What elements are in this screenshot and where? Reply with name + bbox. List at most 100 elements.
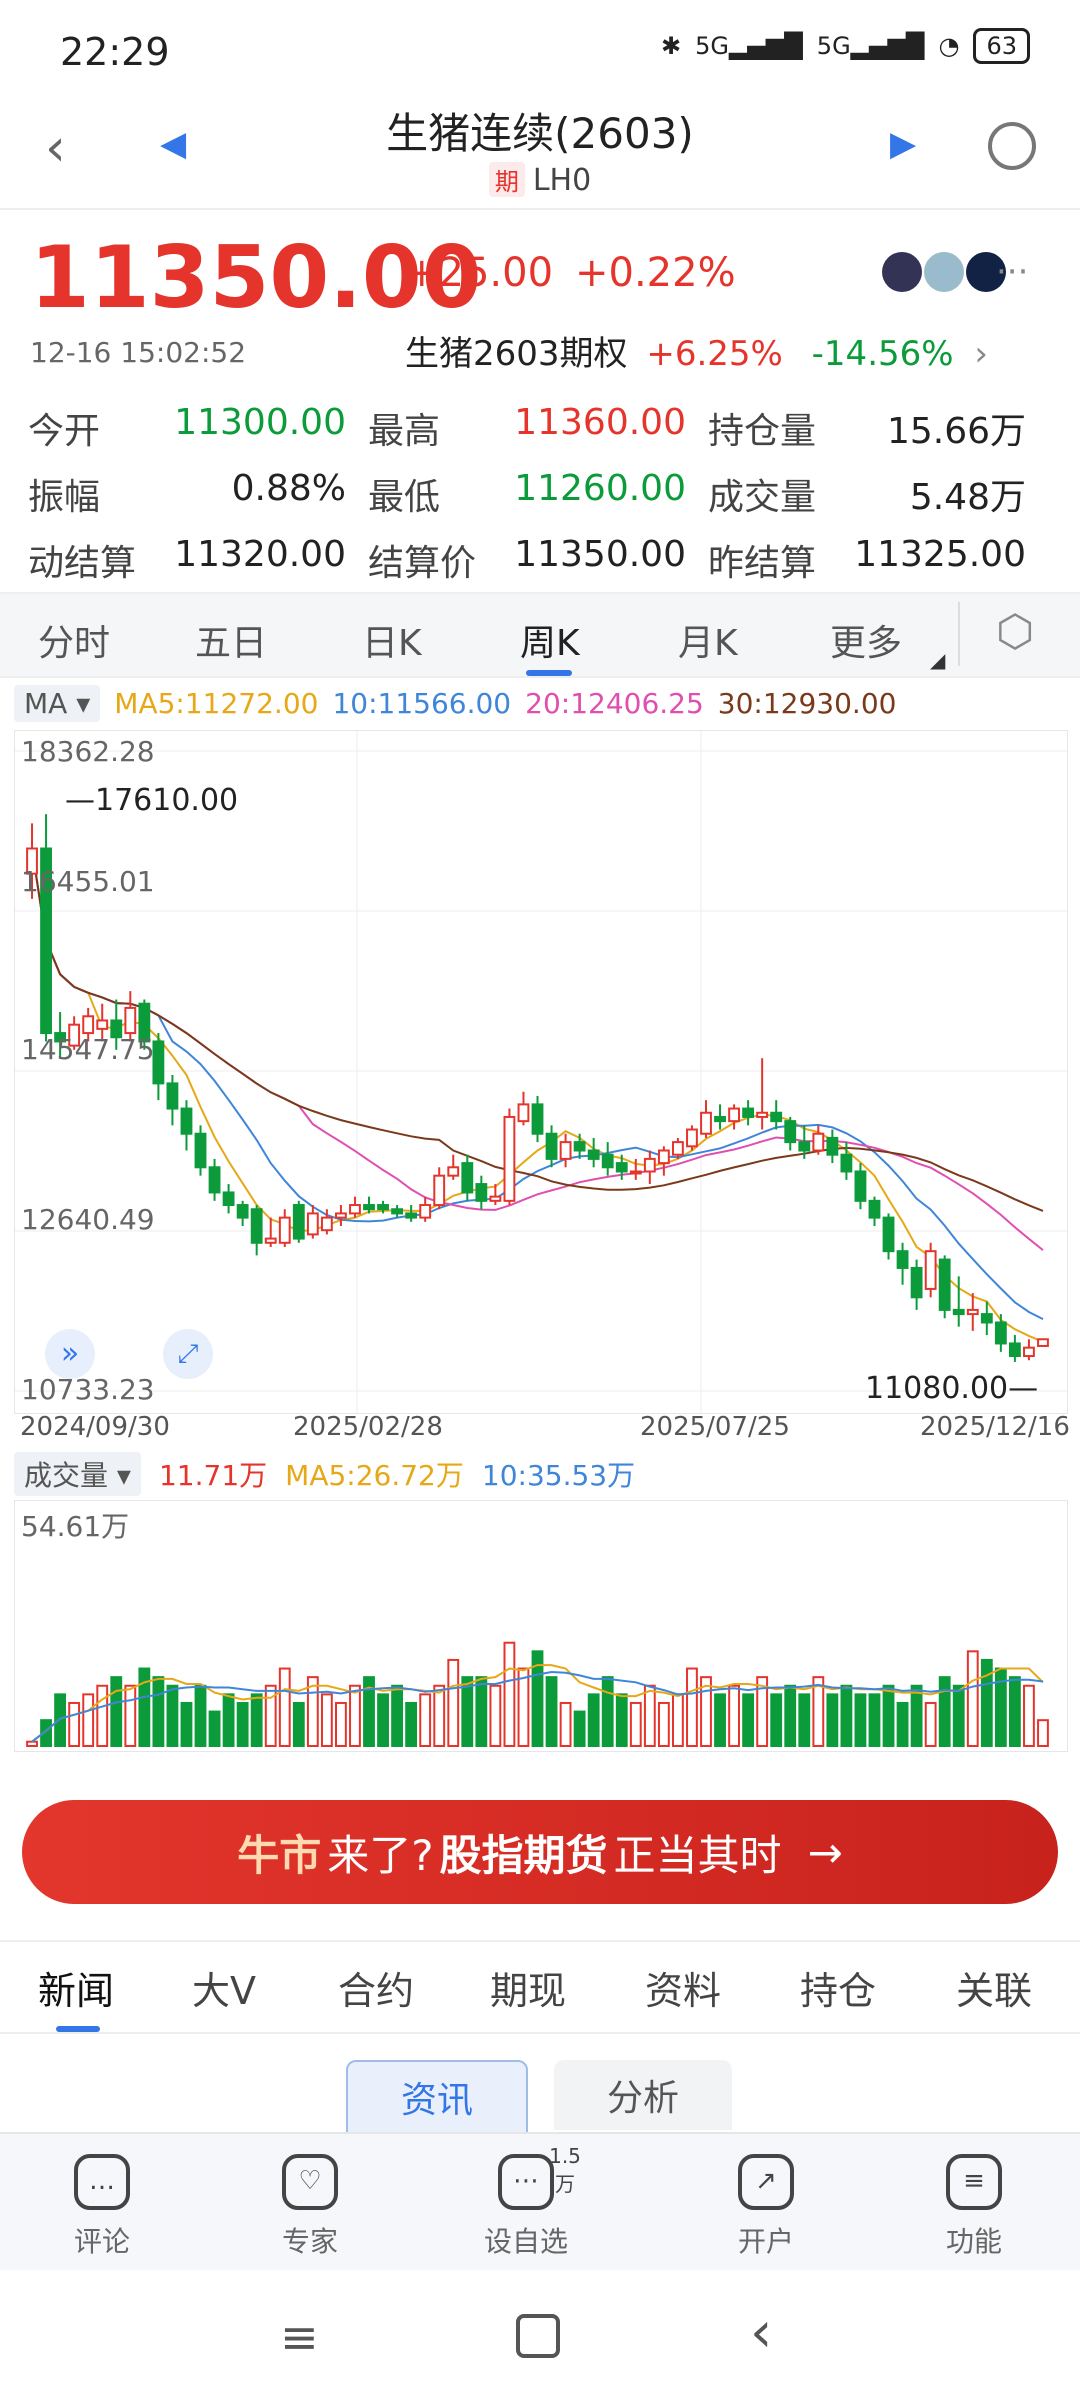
news-tab-1[interactable]: 大V: [192, 1960, 256, 2015]
volume-legend: 成交量 ▾ 11.71万 MA5:26.72万 10:35.53万: [14, 1450, 635, 1498]
more-icon[interactable]: ···: [996, 252, 1028, 292]
volume-bar: [250, 1693, 263, 1747]
bottom-nav-label: 开户: [737, 2225, 794, 2258]
volume-bar: [391, 1684, 404, 1747]
page-title: 生猪连续(2603): [386, 109, 694, 158]
stat-label: 结算价: [368, 543, 477, 584]
candle-body: [363, 1204, 375, 1211]
volume-bar: [447, 1658, 460, 1748]
settings-icon[interactable]: ⬡: [996, 606, 1034, 657]
candle-body: [461, 1162, 474, 1194]
tab-period-1[interactable]: 五日: [195, 614, 267, 666]
volume-bar: [938, 1676, 951, 1748]
fullscreen-icon[interactable]: ⤢: [163, 1329, 213, 1379]
candle-body: [798, 1141, 811, 1152]
signal-icon-2: 5G▂▄▆█: [816, 32, 925, 60]
period-tabs: ⬡ 分时 五日 日K 周K 月K 更多 ◢: [0, 592, 1080, 678]
avatar-group[interactable]: [882, 252, 1006, 292]
candle-body: [1037, 1338, 1049, 1347]
candle-body: [812, 1132, 825, 1152]
menu-icon[interactable]: ≡: [280, 2310, 319, 2364]
y-tick: 16455.01: [21, 865, 155, 898]
news-tab-3[interactable]: 期现: [490, 1960, 566, 2015]
y-tick: 18362.28: [21, 735, 155, 768]
volume-bar: [419, 1693, 432, 1747]
volume-bar: [784, 1684, 797, 1747]
candle-body: [222, 1191, 235, 1207]
account-icon: ↗: [738, 2154, 794, 2210]
volume-bar: [1023, 1684, 1035, 1747]
expert-icon: ♡: [282, 2154, 338, 2210]
volume-bar: [770, 1693, 783, 1747]
candle-body: [391, 1208, 404, 1215]
tab-period-3[interactable]: 周K: [520, 614, 580, 666]
search-icon[interactable]: [988, 122, 1036, 170]
indicator-select[interactable]: MA ▾: [14, 684, 101, 722]
candle-body: [180, 1107, 193, 1135]
news-tab-2[interactable]: 合约: [338, 1960, 414, 2015]
candle-body: [503, 1115, 516, 1202]
quote-time: 12-16 15:02:52: [30, 336, 247, 369]
volume-bar: [26, 1740, 38, 1748]
news-tab-0[interactable]: 新闻: [38, 1960, 114, 2015]
candle-body: [475, 1183, 488, 1202]
candle-body: [840, 1153, 853, 1173]
stat-value: 11260.00: [514, 468, 686, 509]
next-contract-icon[interactable]: ▶: [890, 124, 916, 164]
stat-value: 11325.00: [854, 534, 1026, 575]
tab-period-0[interactable]: 分时: [38, 614, 110, 666]
expand-left-icon[interactable]: »: [45, 1329, 95, 1379]
bottom-nav-label: 功能: [945, 2225, 1002, 2258]
bottom-nav-item[interactable]: ⋯ 设自选 1.5万: [466, 2144, 586, 2260]
bottom-nav-item[interactable]: ↗ 开户: [706, 2154, 826, 2260]
candle-body: [882, 1216, 895, 1253]
volume-chart[interactable]: 54.61万: [14, 1500, 1068, 1752]
candle-body: [264, 1237, 277, 1244]
candle-body: [489, 1195, 502, 1202]
stat-value: 11350.00: [514, 534, 686, 575]
option-link[interactable]: 生猪2603期权 +6.25% -14.56% ›: [405, 326, 988, 375]
stat-cell: 成交量 5.48万: [708, 468, 1048, 520]
stat-value: 11300.00: [174, 402, 346, 443]
volume-bar: [433, 1684, 446, 1747]
volume-select[interactable]: 成交量 ▾: [14, 1452, 141, 1496]
comment-icon: …: [74, 2154, 130, 2210]
home-icon[interactable]: [516, 2314, 560, 2358]
news-tab-4[interactable]: 资料: [645, 1960, 721, 2015]
candle-body: [292, 1204, 305, 1240]
back-nav-icon[interactable]: ‹: [750, 2300, 772, 2365]
bottom-nav-item[interactable]: … 评论: [42, 2154, 162, 2260]
stat-label: 成交量: [708, 477, 817, 518]
news-tab-6[interactable]: 关联: [956, 1960, 1032, 2015]
tab-period-4[interactable]: 月K: [678, 614, 738, 666]
volume-bar: [278, 1667, 291, 1747]
tab-analysis[interactable]: 分析: [554, 2060, 732, 2130]
news-tab-5[interactable]: 持仓: [800, 1960, 876, 2015]
candle-body: [770, 1111, 783, 1123]
promo-banner[interactable]: 牛市 来了? 股指期货 正当其时 →: [22, 1800, 1058, 1904]
candle-body: [615, 1162, 628, 1173]
volume-bar: [587, 1693, 600, 1747]
candle-body: [335, 1212, 347, 1219]
volume-bar: [405, 1701, 418, 1748]
chevron-right-icon: ›: [974, 334, 988, 374]
volume-bar: [138, 1667, 151, 1747]
tab-news-info[interactable]: 资讯: [346, 2060, 528, 2134]
volume-bar: [236, 1701, 249, 1748]
stat-label: 最高: [368, 411, 441, 452]
tab-period-2[interactable]: 日K: [362, 614, 422, 666]
bottom-nav-item[interactable]: ≡ 功能: [914, 2154, 1034, 2260]
candle-body: [910, 1266, 923, 1299]
candle-body: [306, 1212, 319, 1236]
candle-body: [545, 1132, 558, 1160]
candle-body: [419, 1204, 432, 1219]
kline-chart[interactable]: 18362.28 16455.01 14547.75 12640.49 1073…: [14, 730, 1068, 1414]
bottom-nav-item[interactable]: ♡ 专家: [250, 2154, 370, 2260]
volume-bar: [601, 1676, 614, 1748]
stat-cell: 结算价 11350.00: [368, 534, 708, 586]
tab-period-5[interactable]: 更多: [830, 614, 902, 666]
bottom-nav-label: 专家: [281, 2225, 338, 2258]
candle-body: [784, 1120, 797, 1144]
candle-body: [700, 1111, 712, 1135]
status-time: 22:29: [60, 30, 170, 74]
